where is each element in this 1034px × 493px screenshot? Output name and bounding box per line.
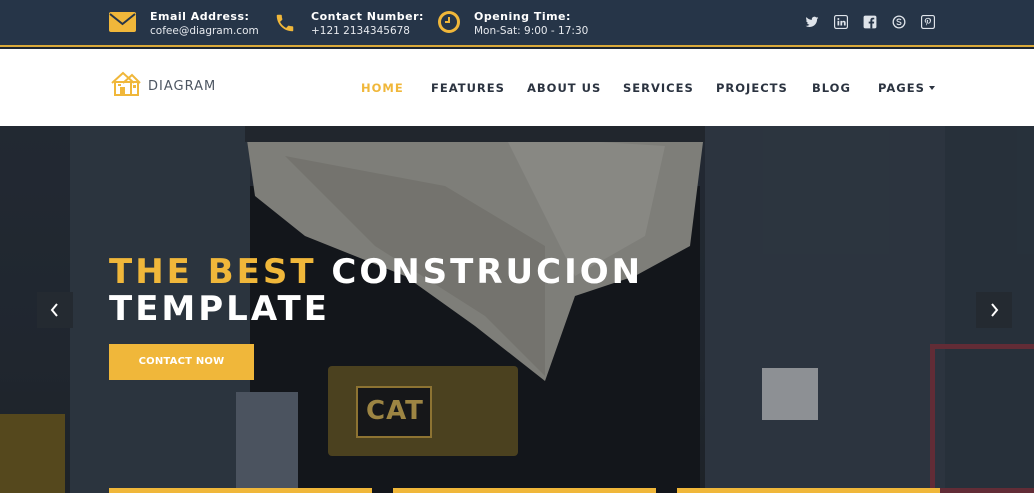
house-logo-icon — [111, 71, 141, 96]
hero-title-line2-text: TEMPLATE — [109, 289, 330, 329]
hero-title-line2: TEMPLATE — [109, 289, 330, 329]
feature-card-top-2 — [393, 488, 656, 493]
nav-pages[interactable]: PAGES — [878, 81, 935, 95]
hours-value: Mon-Sat: 9:00 - 17:30 — [474, 25, 589, 37]
slider-prev-button[interactable] — [37, 292, 73, 328]
envelope-icon — [109, 12, 136, 32]
caret-down-icon — [928, 86, 935, 90]
contact-now-button[interactable]: CONTACT NOW — [109, 344, 254, 380]
slider-next-button[interactable] — [976, 292, 1012, 328]
email-label: Email Address: — [150, 10, 250, 23]
chevron-left-icon — [50, 303, 58, 317]
twitter-icon[interactable] — [805, 15, 819, 29]
top-info-bar: Email Address: cofee@diagram.com Contact… — [0, 0, 1034, 47]
facebook-icon[interactable] — [863, 15, 877, 29]
nav-projects[interactable]: PROJECTS — [716, 81, 788, 95]
nav-services[interactable]: SERVICES — [623, 81, 694, 95]
nav-blog[interactable]: BLOG — [812, 81, 851, 95]
clock-icon — [438, 11, 460, 33]
phone-icon — [276, 14, 294, 32]
phone-value[interactable]: +121 2134345678 — [311, 24, 424, 38]
hero-title-rest: CONSTRUCION — [331, 252, 644, 292]
nav-home[interactable]: HOME — [361, 81, 404, 95]
email-value[interactable]: cofee@diagram.com — [150, 24, 259, 38]
feature-card-top-3 — [677, 488, 940, 493]
nav-pages-label: PAGES — [878, 81, 925, 95]
chevron-right-icon — [991, 303, 999, 317]
logo-text: DIAGRAM — [148, 79, 217, 94]
hours-label: Opening Time: — [474, 10, 571, 23]
skype-icon[interactable] — [892, 15, 906, 29]
hero-slider: CAT THE BEST CONSTRUCION TEMPLATE CONTAC… — [0, 126, 1034, 493]
hero-title-highlight: THE BEST — [109, 252, 317, 292]
main-header: DIAGRAM HOME FEATURES ABOUT US SERVICES … — [0, 49, 1034, 126]
phone-label: Contact Number: — [311, 10, 424, 23]
nav-about-us[interactable]: ABOUT US — [527, 81, 601, 95]
linkedin-icon[interactable] — [834, 15, 848, 29]
hero-title-line1: THE BEST CONSTRUCION — [109, 252, 643, 292]
feature-card-top-1 — [109, 488, 372, 493]
nav-features[interactable]: FEATURES — [431, 81, 505, 95]
pinterest-icon[interactable] — [921, 15, 935, 29]
